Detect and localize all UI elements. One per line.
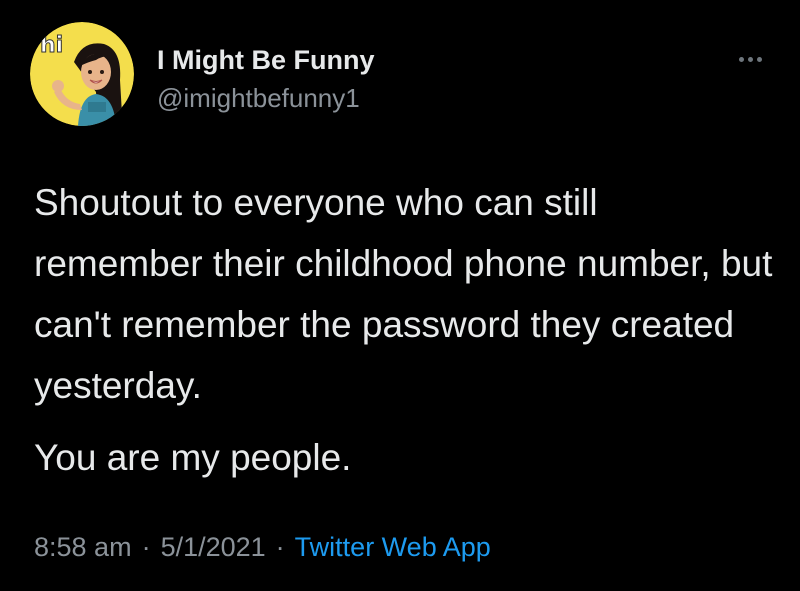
tweet-paragraph: Shoutout to everyone who can still remem… [34,182,773,406]
tweet-time[interactable]: 8:58 am [34,532,132,562]
tweet-meta: 8:58 am · 5/1/2021 · Twitter Web App [34,530,491,564]
more-options-button[interactable] [732,48,768,70]
tweet-date[interactable]: 5/1/2021 [161,532,266,562]
user-handle[interactable]: @imightbefunny1 [157,83,360,113]
tweet-source-link[interactable]: Twitter Web App [295,532,491,562]
avatar[interactable]: hi [30,22,134,126]
more-dots-icon [738,56,744,62]
tweet-text: Shoutout to everyone who can still remem… [34,172,774,488]
more-dots-icon [756,56,762,62]
meta-separator: · [141,532,151,562]
bitmoji-avatar-icon: hi [30,22,134,126]
tweet: hi I Might Be Funny @imightbefunny1 Shou… [0,0,800,591]
svg-text:hi: hi [40,33,63,58]
tweet-paragraph: You are my people. [34,437,352,478]
meta-separator: · [275,532,285,562]
display-name[interactable]: I Might Be Funny [157,44,374,76]
more-dots-icon [747,56,753,62]
